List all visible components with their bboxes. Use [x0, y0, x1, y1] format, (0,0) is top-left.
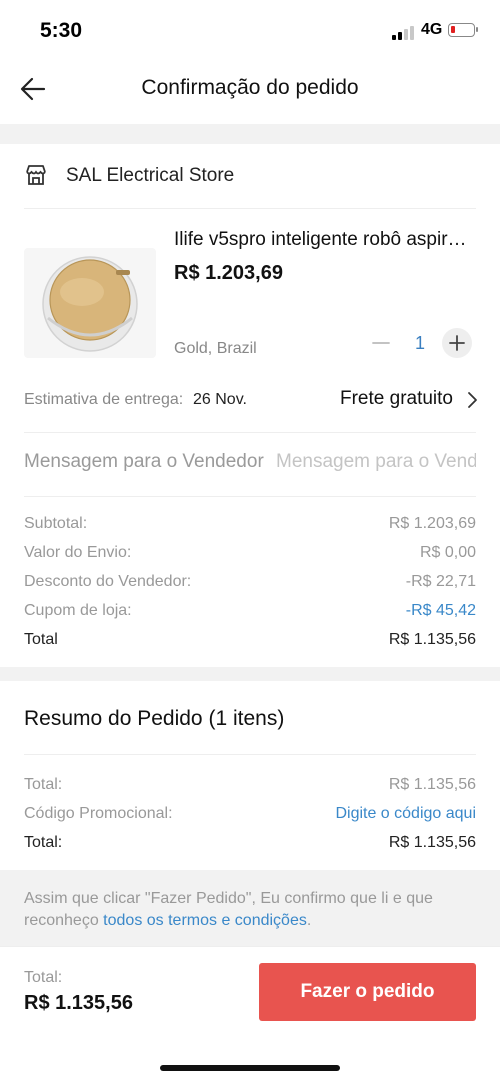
status-bar: 5:30 4G [0, 0, 500, 60]
status-time: 5:30 [40, 19, 83, 42]
shipping-option-button[interactable]: Frete gratuito [340, 388, 480, 414]
order-summary-title: Resumo do Pedido (1 itens) [24, 707, 285, 730]
product-image[interactable] [24, 248, 156, 358]
quantity-increase-button[interactable] [442, 328, 472, 358]
footer-total-value: R$ 1.135,56 [24, 992, 133, 1014]
product-title[interactable]: Ilife v5spro inteligente robô aspirador … [174, 229, 476, 251]
battery-icon [448, 23, 478, 37]
store-row[interactable]: SAL Electrical Store [0, 144, 500, 208]
delivery-label: Estimativa de entrega: [24, 391, 184, 408]
home-indicator[interactable] [160, 1065, 340, 1071]
product-variant: Gold, Brazil [174, 340, 257, 357]
checkout-bar: Total: R$ 1.135,56 Fazer o pedido [0, 946, 500, 1039]
place-order-button[interactable]: Fazer o pedido [259, 963, 476, 1021]
summary-value: -R$ 22,71 [405, 573, 476, 590]
summary-value: R$ 0,00 [419, 544, 476, 561]
footer-total-label: Total: [24, 969, 63, 986]
summary-row-store-coupon[interactable]: Cupom de loja: -R$ 45,42 [24, 602, 476, 626]
divider [24, 754, 476, 755]
order-total-row: Total: R$ 1.135,56 [24, 776, 476, 800]
terms-link[interactable]: todos os termos e condições [103, 912, 307, 929]
store-icon [26, 165, 46, 185]
summary-row-total: Total R$ 1.135,56 [24, 631, 476, 655]
signal-icon [392, 26, 416, 40]
plus-icon [449, 335, 465, 351]
network-label: 4G [421, 21, 443, 38]
page-title: Confirmação do pedido [141, 76, 359, 99]
section-gap [0, 667, 500, 681]
summary-value: R$ 1.135,56 [388, 776, 476, 793]
summary-label: Subtotal: [24, 515, 88, 532]
summary-value: R$ 1.135,56 [388, 631, 476, 648]
divider [24, 496, 476, 497]
summary-value: R$ 1.203,69 [388, 515, 476, 532]
promo-code-link[interactable]: Digite o código aqui [335, 805, 476, 823]
summary-label: Valor do Envio: [24, 544, 132, 561]
summary-label: Total: [24, 834, 63, 851]
chevron-right-icon [468, 392, 477, 408]
seller-message-input[interactable] [276, 449, 476, 475]
summary-label: Cupom de loja: [24, 602, 132, 619]
store-name: SAL Electrical Store [66, 165, 235, 186]
summary-label: Desconto do Vendedor: [24, 573, 192, 590]
quantity-decrease-button[interactable] [368, 330, 394, 356]
shipping-label: Frete gratuito [340, 388, 453, 409]
summary-label: Total [24, 631, 58, 648]
minus-icon [372, 342, 390, 344]
summary-value: R$ 1.135,56 [388, 834, 476, 851]
promo-code-row: Código Promocional: Digite o código aqui [24, 805, 476, 829]
nav-header: Confirmação do pedido [0, 60, 500, 124]
terms-notice: Assim que clicar "Fazer Pedido", Eu conf… [0, 870, 500, 946]
order-final-total-row: Total: R$ 1.135,56 [24, 834, 476, 858]
seller-message-label: Mensagem para o Vendedor [24, 451, 264, 472]
terms-end: . [306, 912, 312, 929]
section-gap [0, 124, 500, 144]
summary-row-subtotal: Subtotal: R$ 1.203,69 [24, 515, 476, 539]
promo-code-label: Código Promocional: [24, 805, 173, 822]
delivery-date: 26 Nov. [193, 391, 247, 408]
product-price: R$ 1.203,69 [174, 262, 283, 284]
summary-row-seller-discount: Desconto do Vendedor: -R$ 22,71 [24, 573, 476, 597]
summary-label: Total: [24, 776, 63, 793]
summary-row-shipping: Valor do Envio: R$ 0,00 [24, 544, 476, 568]
divider [24, 208, 476, 209]
terms-text: Assim que clicar "Fazer Pedido", Eu conf… [24, 888, 476, 932]
quantity-value: 1 [414, 333, 425, 353]
divider [24, 432, 476, 433]
robot-vacuum-image [24, 248, 156, 358]
coupon-value[interactable]: -R$ 45,42 [406, 602, 476, 620]
